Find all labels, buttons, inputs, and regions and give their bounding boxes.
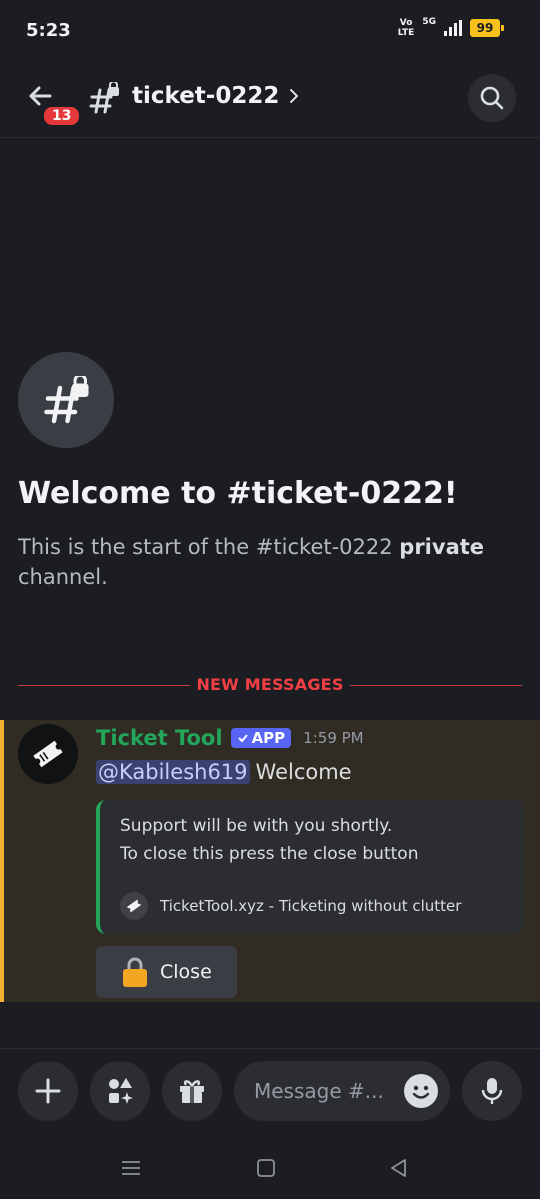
channel-icon: [18, 352, 114, 448]
chevron-right-icon: [290, 89, 299, 103]
avatar[interactable]: [18, 724, 78, 784]
channel-name: ticket-0222: [132, 83, 280, 109]
voice-message-button[interactable]: [462, 1061, 522, 1121]
emoji-icon: [412, 1085, 430, 1099]
welcome-description: This is the start of the #ticket-0222 pr…: [18, 532, 518, 592]
message-content: @Kabilesh619 Welcome: [96, 760, 352, 784]
channel-title[interactable]: ticket-0222: [132, 83, 299, 109]
new-messages-divider: NEW MESSAGES: [18, 674, 522, 696]
battery-level: 99: [476, 21, 494, 35]
channel-header: 13 ticket-0222: [0, 62, 540, 138]
message-text: Welcome: [255, 760, 352, 784]
message-embed: Support will be with you shortly. To clo…: [96, 800, 524, 934]
close-ticket-button[interactable]: Close: [96, 946, 237, 998]
hash-lock-icon: [89, 82, 119, 114]
welcome-title: Welcome to #ticket-0222!: [18, 476, 458, 511]
system-nav-bar: [0, 1140, 540, 1199]
app-tag: APP: [230, 728, 292, 748]
microphone-icon: [481, 1078, 503, 1104]
nav-menu-icon[interactable]: [119, 1156, 143, 1180]
search-button[interactable]: [468, 74, 516, 122]
message-header: Ticket Tool APP 1:59 PM: [96, 726, 364, 750]
volte-top: Vo: [399, 18, 413, 28]
embed-line-1: Support will be with you shortly.: [120, 816, 393, 836]
ticket-icon: [33, 740, 63, 768]
message-timestamp: 1:59 PM: [303, 729, 364, 747]
network-type: 5G: [422, 17, 436, 27]
embed-footer-text: TicketTool.xyz - Ticketing without clutt…: [160, 897, 462, 915]
gift-icon: [180, 1080, 204, 1103]
status-indicators: Vo LTE 5G 99: [398, 17, 504, 38]
gift-button[interactable]: [162, 1061, 222, 1121]
nav-back-icon[interactable]: [387, 1156, 411, 1180]
message-item[interactable]: Ticket Tool APP 1:59 PM @Kabilesh619 Wel…: [0, 720, 540, 1002]
apps-button[interactable]: [90, 1061, 150, 1121]
apps-icon: [109, 1078, 133, 1104]
emoji-button[interactable]: [404, 1074, 438, 1108]
message-author[interactable]: Ticket Tool: [96, 726, 223, 750]
volte-indicator: Vo LTE: [398, 18, 415, 38]
app-tag-label: APP: [251, 729, 286, 747]
nav-home-icon[interactable]: [254, 1156, 278, 1180]
lock-icon: [123, 957, 147, 987]
status-bar: 5:23 Vo LTE 5G 99: [0, 0, 540, 62]
welcome-desc-bold: private: [399, 535, 485, 559]
embed-footer: TicketTool.xyz - Ticketing without clutt…: [120, 892, 461, 920]
hash-lock-icon: [44, 376, 89, 424]
plus-icon: [35, 1078, 61, 1104]
close-button-label: Close: [160, 961, 212, 983]
welcome-desc-text: This is the start of the #ticket-0222: [18, 535, 400, 559]
status-time: 5:23: [26, 20, 71, 41]
add-attachment-button[interactable]: [18, 1061, 78, 1121]
signal-icon: [444, 20, 462, 36]
new-messages-label: NEW MESSAGES: [196, 675, 344, 694]
message-composer: [0, 1048, 540, 1140]
message-input[interactable]: [254, 1075, 394, 1107]
check-icon: [237, 734, 248, 743]
search-icon: [480, 86, 504, 110]
user-mention[interactable]: @Kabilesh619: [96, 760, 250, 784]
volte-bottom: LTE: [397, 28, 415, 38]
ticket-icon: [120, 892, 148, 920]
message-input-container[interactable]: [234, 1061, 450, 1121]
welcome-desc-suffix: channel.: [18, 565, 108, 589]
notification-badge: 13: [41, 104, 83, 128]
embed-line-2: To close this press the close button: [120, 844, 419, 864]
battery-icon: 99: [470, 19, 504, 37]
